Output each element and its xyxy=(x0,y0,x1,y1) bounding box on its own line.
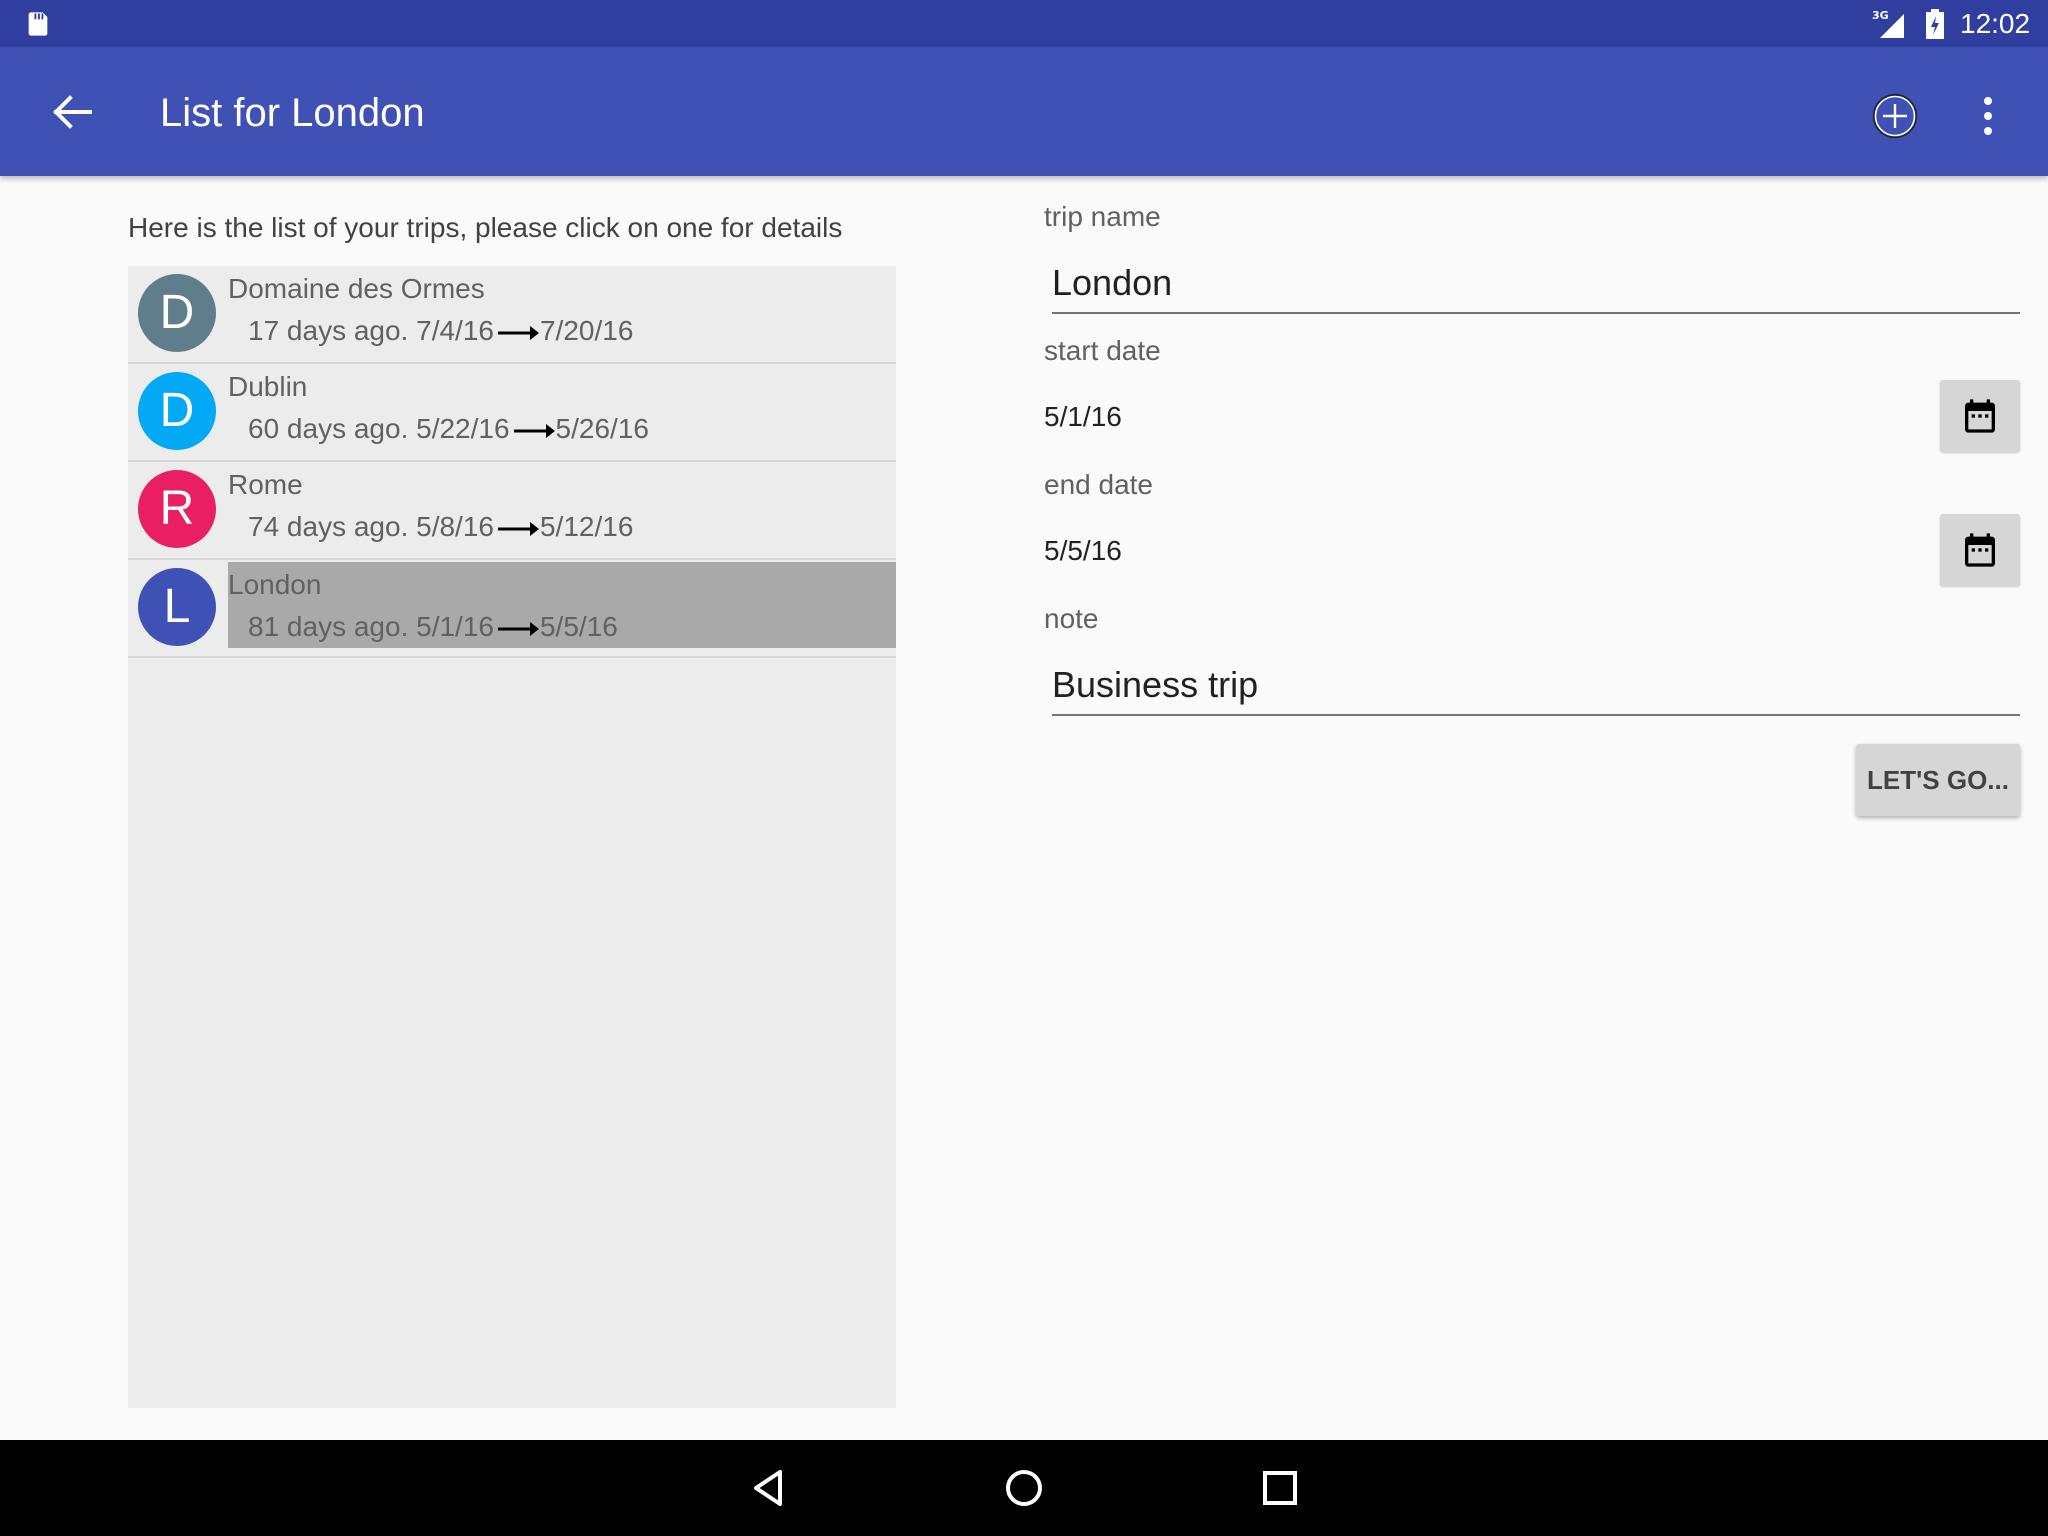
avatar: L xyxy=(138,568,216,646)
trip-list-intro: Here is the list of your trips, please c… xyxy=(128,212,843,243)
trip-list: D Domaine des Ormes 17 days ago. 7/4/16 7… xyxy=(128,266,896,1408)
more-vert-icon[interactable] xyxy=(1968,89,2008,143)
arrow-right-icon xyxy=(513,423,555,438)
trip-dates: 74 days ago. 5/8/16 5/12/16 xyxy=(248,510,633,544)
trip-name: London xyxy=(228,569,322,600)
trip-name: Dublin xyxy=(228,371,308,402)
note-label: note xyxy=(1044,603,1099,634)
trip-dates: 81 days ago. 5/1/16 5/5/16 xyxy=(248,610,618,644)
arrow-right-icon xyxy=(497,325,539,340)
svg-text:3G: 3G xyxy=(1872,9,1889,22)
status-clock: 12:02 xyxy=(1960,8,2031,39)
trip-ago: 60 days ago. xyxy=(248,413,409,444)
nav-home-icon[interactable] xyxy=(1000,1464,1048,1512)
trip-name: Rome xyxy=(228,469,303,500)
end-date-picker-button[interactable] xyxy=(1940,514,2020,586)
start-date-label: start date xyxy=(1044,335,1161,366)
avatar: R xyxy=(138,470,216,548)
trip-start-date: 7/4/16 xyxy=(416,315,494,346)
list-item-selected[interactable]: L London 81 days ago. 5/1/16 5/5/16 xyxy=(128,560,896,658)
trip-dates: 60 days ago. 5/22/16 5/26/16 xyxy=(248,412,649,446)
trip-name-label: trip name xyxy=(1044,201,1161,232)
trip-name-input[interactable] xyxy=(1052,254,2020,314)
app-screen: 3G 12:02 List for London Here is the lis… xyxy=(0,0,2048,1536)
start-date-picker-button[interactable] xyxy=(1940,380,2020,452)
status-bar: 3G 12:02 xyxy=(0,0,2048,47)
trip-end-date: 5/12/16 xyxy=(539,511,634,542)
start-date-value: 5/1/16 xyxy=(1044,401,1122,432)
page-title: List for London xyxy=(160,91,425,135)
trip-end-date: 5/5/16 xyxy=(539,611,618,642)
nav-back-icon[interactable] xyxy=(744,1464,792,1512)
trip-end-date: 7/20/16 xyxy=(539,315,634,346)
trip-dates: 17 days ago. 7/4/16 7/20/16 xyxy=(248,314,633,348)
list-item[interactable]: D Domaine des Ormes 17 days ago. 7/4/16 7… xyxy=(128,266,896,364)
trip-item-body: Dublin 60 days ago. 5/22/16 5/26/16 xyxy=(228,364,896,450)
end-date-value: 5/5/16 xyxy=(1044,535,1122,566)
trip-ago: 74 days ago. xyxy=(248,511,409,542)
trip-start-date: 5/22/16 xyxy=(416,413,510,444)
trip-item-body: Rome 74 days ago. 5/8/16 5/12/16 xyxy=(228,462,896,548)
trip-start-date: 5/8/16 xyxy=(416,511,494,542)
navigation-bar xyxy=(0,1440,2048,1536)
note-input[interactable] xyxy=(1052,656,2020,716)
trip-item-body: London 81 days ago. 5/1/16 5/5/16 xyxy=(228,562,896,648)
trip-name: Domaine des Ormes xyxy=(228,273,485,304)
arrow-right-icon xyxy=(497,521,539,536)
app-bar: List for London xyxy=(0,47,2048,176)
lets-go-button[interactable]: LET'S GO... xyxy=(1856,744,2020,816)
end-date-label: end date xyxy=(1044,469,1153,500)
trip-ago: 81 days ago. xyxy=(248,611,409,642)
calendar-icon xyxy=(1965,399,1995,433)
sd-card-icon xyxy=(28,12,48,36)
trip-end-date: 5/26/16 xyxy=(555,413,649,444)
list-item[interactable]: D Dublin 60 days ago. 5/22/16 5/26/16 xyxy=(128,364,896,462)
arrow-right-icon xyxy=(497,621,539,636)
nav-recents-icon[interactable] xyxy=(1256,1464,1304,1512)
battery-charging-icon xyxy=(1926,9,1944,39)
avatar: D xyxy=(138,274,216,352)
trip-item-body: Domaine des Ormes 17 days ago. 7/4/16 7/2… xyxy=(228,266,896,352)
trip-ago: 17 days ago. xyxy=(248,315,409,346)
avatar: D xyxy=(138,372,216,450)
back-arrow-icon[interactable] xyxy=(40,87,104,137)
signal-3g-icon: 3G xyxy=(1872,9,1904,38)
add-circle-icon[interactable] xyxy=(1868,89,1922,143)
calendar-icon xyxy=(1965,533,1995,567)
trip-start-date: 5/1/16 xyxy=(416,611,494,642)
list-item[interactable]: R Rome 74 days ago. 5/8/16 5/12/16 xyxy=(128,462,896,560)
